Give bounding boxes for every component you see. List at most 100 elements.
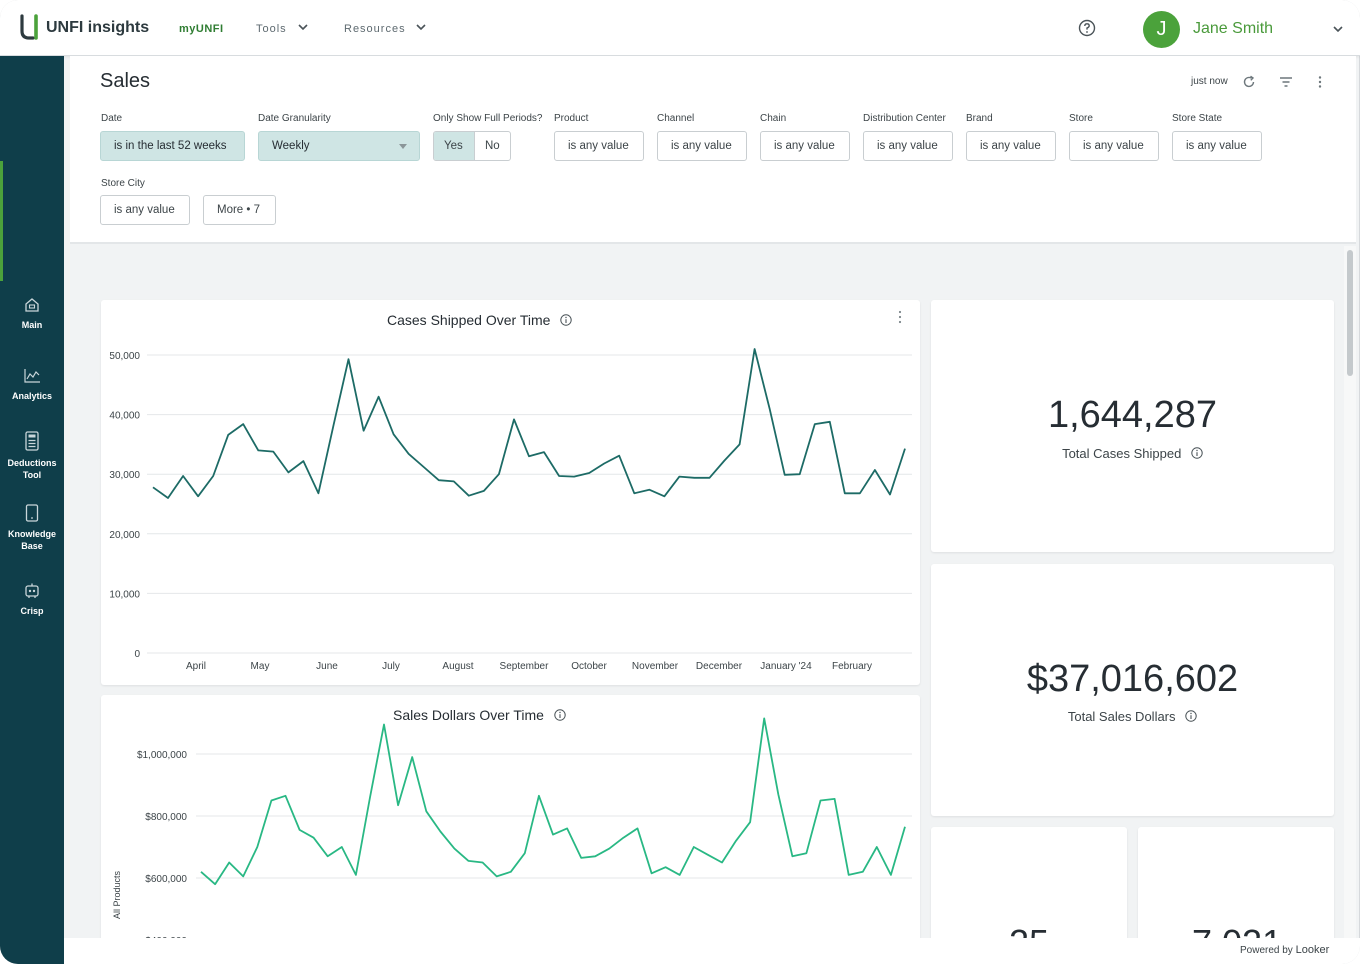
nav-myunfi[interactable]: myUNFI [179,23,224,35]
logo-text[interactable]: UNFI insights [46,19,149,37]
x-tick-label: June [316,661,338,672]
x-tick-label: January '24 [760,661,812,672]
x-tick-label: September [500,661,550,672]
app-window: UNFI insights myUNFI Tools Resources J J… [0,0,1360,964]
filter-label-store: Store [1069,113,1093,124]
filter-label-distribution-center: Distribution Center [863,113,946,124]
tablet-icon [25,504,39,522]
filter-label-chain: Chain [760,113,787,124]
filter-full-periods-toggle: Yes No [433,131,511,161]
y-axis-label: All Products [112,870,122,919]
filter-store-state[interactable]: is any value [1172,131,1262,161]
top-navigation-bar: UNFI insights myUNFI Tools Resources J J… [0,0,1360,56]
sidebar-item-label: Main [21,320,43,330]
y-tick-label: $800,000 [145,812,187,823]
kpi-label: Total Cases Shipped [931,446,1334,461]
tools-chevron-down-icon[interactable] [297,21,309,33]
filter-date[interactable]: is in the last 52 weeks [100,131,245,161]
kpi-card-cases: 1,644,287 Total Cases Shipped [931,300,1334,552]
filter-chain[interactable]: is any value [760,131,850,161]
x-tick-label: October [571,661,607,672]
x-tick-label: May [251,661,270,672]
nav-tools[interactable]: Tools [256,23,287,35]
chart-icon [24,369,40,383]
filter-brand[interactable]: is any value [966,131,1056,161]
x-tick-label: December [696,661,743,672]
filter-date-granularity-value: Weekly [272,140,310,152]
sidebar-item-label: Crisp [20,606,44,616]
sidebar-item-label: Analytics [11,391,53,401]
filter-product[interactable]: is any value [554,131,644,161]
filter-icon[interactable] [1278,74,1294,90]
more-options-icon[interactable] [1312,74,1328,90]
filter-store[interactable]: is any value [1069,131,1159,161]
y-tick-label: 10,000 [109,589,140,600]
kpi-label: Total Sales Dollars [931,709,1334,724]
nav-resources[interactable]: Resources [344,23,406,35]
user-menu-chevron-down-icon[interactable] [1332,23,1344,35]
page-title: Sales [100,70,151,92]
footer-bar [64,938,1360,964]
info-icon[interactable] [1185,710,1197,722]
filter-store-city[interactable]: is any value [100,195,190,225]
scrollbar-thumb[interactable] [1347,250,1353,376]
calculator-icon [25,431,39,451]
y-tick-label: 40,000 [109,411,140,422]
kpi-label-text: Total Sales Dollars [1067,709,1176,724]
sidebar: Main Analytics Deductions Tool Knowledge… [0,56,64,964]
dashboard-header: Sales just now Date is in the last 52 we… [70,56,1356,244]
sales-dollars-line-chart: $400,000$600,000$800,000$1,000,000All Pr… [112,717,912,947]
sidebar-item-analytics[interactable]: Analytics [0,368,64,402]
filter-label-store-city: Store City [101,178,145,189]
user-avatar[interactable]: J [1143,11,1180,48]
filter-label-brand: Brand [966,113,993,124]
sidebar-item-label: Deductions Tool [7,458,57,480]
toggle-no[interactable]: No [475,132,510,160]
sidebar-item-deductions-tool[interactable]: Deductions Tool [0,431,64,481]
info-icon[interactable] [1191,447,1203,459]
filter-channel[interactable]: is any value [657,131,747,161]
sidebar-item-knowledge-base[interactable]: Knowledge Base [0,504,64,552]
x-tick-label: February [832,661,872,672]
cases-shipped-chart-card: Cases Shipped Over Time 0 10,000 20,000 30,… [101,300,920,685]
kpi-value: $37,016,602 [1026,658,1239,700]
looker-brand: Looker [1295,944,1330,956]
last-refreshed-text: just now [1191,76,1228,87]
sidebar-item-crisp[interactable]: Crisp [0,582,64,617]
filter-date-granularity[interactable]: Weekly [258,131,420,161]
y-tick-label: $600,000 [145,874,187,885]
x-tick-label: April [186,661,206,672]
cases-shipped-line-chart: 0 10,000 20,000 30,000 40,000 50,000 April May J… [109,348,912,672]
powered-by-text: Powered by [1240,945,1293,956]
unfi-logo-icon[interactable] [20,14,40,40]
help-icon[interactable] [1078,19,1096,37]
x-tick-label: July [382,661,400,672]
sidebar-active-accent [0,161,3,281]
filter-distribution-center[interactable]: is any value [863,131,953,161]
y-tick-label: 0 [134,649,140,660]
sales-dollars-chart-card: Sales Dollars Over Time $400,000$600,000… [101,695,920,955]
home-icon [25,298,39,312]
filter-label-full-periods: Only Show Full Periods? [433,113,543,124]
filter-label-date: Date [101,113,123,124]
x-tick-label: August [442,661,473,672]
sidebar-item-main[interactable]: Main [0,297,64,331]
y-tick-label: $1,000,000 [137,750,187,761]
toggle-yes[interactable]: Yes [434,132,475,160]
filter-label-date-granularity: Date Granularity [258,113,331,124]
powered-by-looker[interactable]: Powered by Looker [1240,944,1329,956]
robot-icon [25,583,39,598]
y-tick-label: 30,000 [109,470,140,481]
kpi-value: 1,644,287 [1047,394,1218,436]
sidebar-item-label: Knowledge Base [7,529,56,551]
x-tick-label: November [632,661,679,672]
resources-chevron-down-icon[interactable] [415,21,427,33]
user-name[interactable]: Jane Smith [1193,20,1273,38]
y-tick-label: 50,000 [109,351,140,362]
refresh-icon[interactable] [1241,74,1257,90]
filter-label-product: Product [554,113,589,124]
more-filters-button[interactable]: More • 7 [203,195,276,225]
series-line [200,717,906,886]
kpi-card-dollars: $37,016,602 Total Sales Dollars [931,564,1334,816]
kpi-label-text: Total Cases Shipped [1062,446,1182,461]
